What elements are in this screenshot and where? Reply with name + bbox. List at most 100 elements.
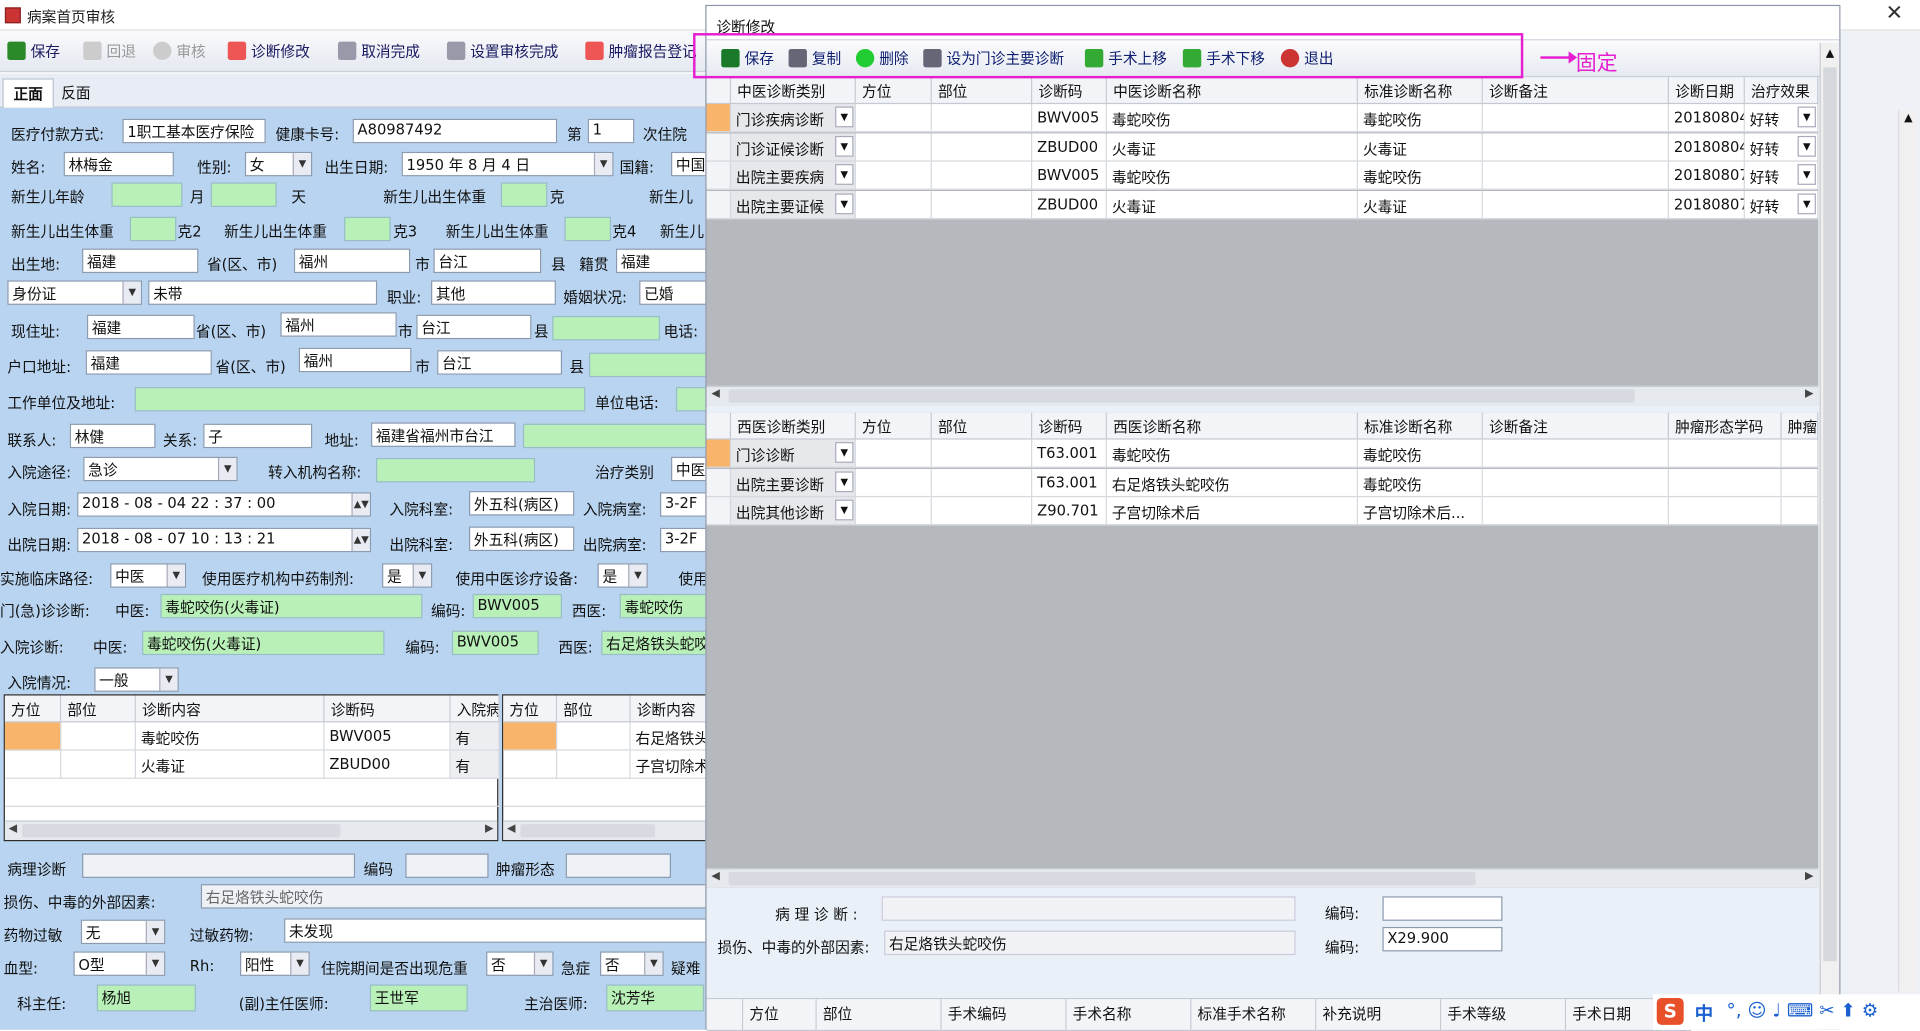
category-combo[interactable]: 门诊疾病诊断 ▼ bbox=[731, 104, 856, 133]
treat-field[interactable]: 中医 bbox=[671, 456, 708, 482]
row-selector[interactable] bbox=[706, 161, 732, 190]
table-cell[interactable]: ZBUD00 bbox=[1032, 132, 1107, 162]
table-cell[interactable]: 好转 ▼ bbox=[1744, 132, 1819, 162]
work-field[interactable] bbox=[134, 386, 586, 412]
table-cell[interactable] bbox=[503, 750, 558, 779]
grid-header[interactable]: 诊断备注 bbox=[1482, 77, 1669, 105]
table-cell[interactable]: T63.001 bbox=[1032, 439, 1107, 468]
horizontal-scrollbar[interactable]: ◀ ▶ bbox=[706, 868, 1819, 888]
dialog-pathology-field[interactable] bbox=[881, 896, 1296, 921]
category-combo[interactable]: 门诊诊断 ▼ bbox=[731, 439, 856, 468]
name-field[interactable]: 林梅金 bbox=[63, 151, 174, 177]
admission-dx-grid[interactable]: 方位 部位 诊断内容 诊断码 入院病 毒蛇咬伤 BWV005 有 火毒证 ZBU… bbox=[3, 694, 500, 842]
grid-header[interactable]: 标准手术名称 bbox=[1191, 999, 1317, 1031]
grid-header[interactable]: 部位 bbox=[931, 77, 1033, 105]
condition-select[interactable]: 一般 ▼ bbox=[94, 667, 179, 692]
table-cell[interactable]: 右足烙铁头蛇咬伤 bbox=[1106, 468, 1358, 497]
table-cell[interactable]: 毒蛇咬伤 bbox=[1357, 468, 1483, 497]
pathology-code-field[interactable] bbox=[405, 853, 489, 878]
herb-select[interactable]: 是 ▼ bbox=[382, 563, 433, 588]
chevron-down-icon[interactable]: ▼ bbox=[835, 135, 854, 157]
close-icon[interactable]: ✕ bbox=[1876, 1, 1913, 28]
grid-header[interactable]: 部位 bbox=[557, 695, 631, 723]
birthplace-province-field[interactable]: 福建 bbox=[82, 248, 199, 274]
address-detail-field[interactable] bbox=[552, 315, 661, 341]
table-cell[interactable]: 火毒证 bbox=[135, 750, 325, 779]
table-cell[interactable]: 毒蛇咬伤 bbox=[1106, 439, 1358, 468]
outpatient-code-field[interactable]: BWV005 bbox=[472, 593, 563, 619]
hukou-county-field[interactable]: 台江 bbox=[437, 350, 563, 375]
id-type-select[interactable]: 身份证 ▼ bbox=[7, 280, 143, 305]
chevron-down-icon[interactable]: ▼ bbox=[835, 106, 854, 128]
newborn-age-day-field[interactable] bbox=[210, 182, 277, 207]
row-selector[interactable] bbox=[706, 190, 732, 219]
danger-select[interactable]: 否 ▼ bbox=[486, 951, 554, 976]
table-cell[interactable]: 右足烙铁头 bbox=[630, 722, 709, 751]
horizontal-scrollbar[interactable]: ◀ ▶ bbox=[706, 385, 1819, 406]
wm-dx-grid[interactable]: 西医诊断类别 方位 部位 诊断码 西医诊断名称 标准诊断名称 诊断备注 肿瘤形态… bbox=[706, 412, 1819, 888]
table-cell[interactable]: 毒蛇咬伤 bbox=[1357, 104, 1483, 133]
grid-header[interactable]: 手术编码 bbox=[941, 999, 1067, 1031]
table-cell[interactable] bbox=[855, 497, 932, 526]
job-field[interactable]: 其他 bbox=[431, 280, 556, 305]
table-cell[interactable] bbox=[557, 722, 631, 751]
table-cell[interactable]: 火毒证 bbox=[1106, 132, 1358, 162]
grid-header[interactable]: 标准诊断名称 bbox=[1357, 412, 1483, 440]
table-cell[interactable] bbox=[1482, 439, 1669, 468]
spinner-icon[interactable]: ▲▼ bbox=[351, 493, 370, 516]
grid-header[interactable]: 西医诊断名称 bbox=[1106, 412, 1358, 440]
table-cell[interactable]: 火毒证 bbox=[1106, 190, 1358, 219]
table-cell[interactable] bbox=[1482, 468, 1669, 497]
admission-tcm-field[interactable]: 毒蛇咬伤(火毒证) bbox=[142, 630, 385, 656]
surgery-grid[interactable]: 方位 部位 手术编码 手术名称 标准手术名称 补充说明 手术等级 手术日期 bbox=[706, 997, 1819, 1031]
outpatient-tcm-field[interactable]: 毒蛇咬伤(火毒证) bbox=[160, 593, 423, 619]
table-cell[interactable] bbox=[931, 104, 1033, 133]
table-cell[interactable]: 毒蛇咬伤 bbox=[1106, 161, 1358, 190]
address-province-field[interactable]: 福建 bbox=[86, 314, 195, 340]
grid-header[interactable]: 肿瘤形态学码 bbox=[1668, 412, 1782, 440]
table-cell[interactable] bbox=[1668, 497, 1782, 526]
table-cell[interactable] bbox=[931, 497, 1033, 526]
table-cell[interactable] bbox=[1482, 497, 1669, 526]
table-cell[interactable] bbox=[1668, 439, 1782, 468]
table-cell[interactable] bbox=[931, 161, 1033, 190]
grid-header[interactable]: 方位 bbox=[503, 695, 558, 723]
chevron-down-icon[interactable]: ▼ bbox=[835, 192, 854, 214]
spinner-icon[interactable]: ▲▼ bbox=[351, 528, 370, 552]
dialog-vertical-scrollbar[interactable]: ▲ bbox=[1819, 42, 1840, 998]
rh-select[interactable]: 阳性 ▼ bbox=[240, 951, 310, 976]
row-selector[interactable] bbox=[706, 439, 732, 468]
chevron-down-icon[interactable]: ▼ bbox=[1797, 192, 1816, 214]
grid-header[interactable]: 诊断日期 bbox=[1668, 77, 1745, 105]
newborn-weight-field[interactable] bbox=[500, 182, 548, 207]
allergy-drug-field[interactable]: 未发现 bbox=[284, 918, 708, 943]
category-combo[interactable]: 出院主要疾病 ▼ bbox=[731, 161, 856, 190]
table-cell[interactable] bbox=[931, 132, 1033, 162]
discharge-dept-field[interactable]: 外五科(病区) bbox=[468, 526, 575, 552]
grid-header[interactable]: 方位 bbox=[855, 412, 932, 440]
category-combo[interactable]: 出院主要诊断 ▼ bbox=[731, 468, 856, 497]
newborn-weight2-field[interactable] bbox=[129, 216, 177, 242]
table-cell[interactable] bbox=[4, 722, 62, 751]
pay-method-field[interactable]: 1职工基本医疗保险 bbox=[122, 118, 266, 144]
hukou-detail-field[interactable] bbox=[588, 352, 708, 378]
admission-ward-field[interactable]: 3-2F bbox=[660, 492, 708, 517]
equip-select[interactable]: 是 ▼ bbox=[597, 563, 648, 588]
grid-header[interactable]: 肿瘤 bbox=[1781, 412, 1819, 440]
table-cell[interactable] bbox=[855, 104, 932, 133]
table-cell[interactable]: 子宫切除术 bbox=[630, 750, 709, 779]
grid-header[interactable]: 部位 bbox=[931, 412, 1033, 440]
admission-wm-field[interactable]: 右足烙铁头蛇咬 bbox=[601, 630, 708, 656]
dialog-injury-field[interactable]: 右足烙铁头蛇咬伤 bbox=[884, 930, 1296, 956]
table-cell[interactable]: ZBUD00 bbox=[324, 750, 451, 779]
grid-header[interactable]: 诊断码 bbox=[1032, 77, 1107, 105]
row-selector[interactable] bbox=[706, 468, 732, 497]
nation-field[interactable]: 中国 bbox=[671, 151, 708, 177]
chevron-down-icon[interactable]: ▼ bbox=[835, 164, 854, 185]
admission-date-field[interactable]: 2018 - 08 - 04 22 : 37 : 00 ▲▼ bbox=[77, 492, 372, 517]
birth-date-field[interactable]: 1950 年 8 月 4 日 ▼ bbox=[401, 151, 614, 177]
hukou-province-field[interactable]: 福建 bbox=[85, 350, 212, 375]
discharge-date-field[interactable]: 2018 - 08 - 07 10 : 13 : 21 ▲▼ bbox=[77, 527, 372, 553]
table-cell[interactable] bbox=[1482, 161, 1669, 190]
table-cell[interactable]: 火毒证 bbox=[1357, 190, 1483, 219]
